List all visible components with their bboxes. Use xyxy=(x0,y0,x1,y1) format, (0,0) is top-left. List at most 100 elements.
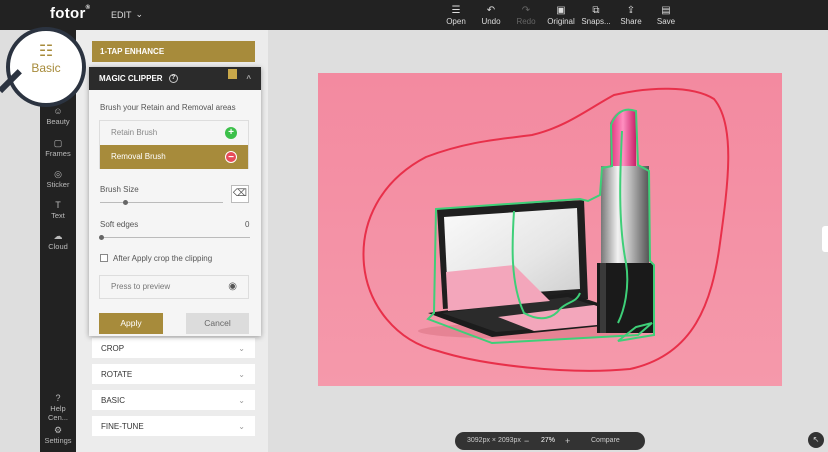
section-basic[interactable]: BASIC ⌄ xyxy=(92,390,255,411)
nav-item-sticker[interactable]: ◎ Sticker xyxy=(40,168,76,189)
retain-brush-label: Retain Brush xyxy=(111,128,158,137)
brush-size-label: Brush Size xyxy=(100,185,139,194)
nav-item-basic[interactable]: ☷ Basic xyxy=(22,43,70,75)
magic-clipper-title: MAGIC CLIPPER xyxy=(99,74,163,83)
cancel-button[interactable]: Cancel xyxy=(186,313,249,334)
section-label: BASIC xyxy=(101,396,126,405)
soft-edges-thumb[interactable] xyxy=(99,235,104,240)
toolbar-label: Open xyxy=(446,17,466,26)
share-icon: ⇪ xyxy=(626,5,636,16)
status-bar: 3092px × 2093px − 27% + Compare xyxy=(455,432,645,450)
undo-icon: ↶ xyxy=(486,5,496,16)
preview-label: Press to preview xyxy=(111,282,171,291)
toolbar-open-button[interactable]: ☰ Open xyxy=(436,4,476,26)
one-tap-enhance-button[interactable]: 1-TAP ENHANCE xyxy=(92,41,255,62)
text-icon: T xyxy=(55,200,61,210)
nav-item-settings[interactable]: ⚙ Settings xyxy=(40,424,76,445)
soft-edges-value: 0 xyxy=(245,220,250,229)
nav-item-label: Settings xyxy=(44,436,72,445)
help-icon: ? xyxy=(55,393,61,403)
sticker-icon: ◎ xyxy=(54,169,62,179)
nav-item-helpcen[interactable]: ? Help Cen... xyxy=(40,392,76,422)
nav-item-label: Sticker xyxy=(46,180,70,189)
brush-size-thumb[interactable] xyxy=(122,200,128,205)
toolbar-undo-button[interactable]: ↶ Undo xyxy=(471,4,511,26)
chevron-down-icon: ⌄ xyxy=(238,396,245,405)
toolbar-save-button[interactable]: ▤ Save xyxy=(646,4,686,26)
retain-brush-option[interactable]: Retain Brush + xyxy=(100,121,248,145)
toolbar-label: Original xyxy=(547,17,575,26)
nav-item-frames[interactable]: ▢ Frames xyxy=(40,137,76,158)
toolbar-original-button[interactable]: ▣ Original xyxy=(541,4,581,26)
section-label: CROP xyxy=(101,344,125,353)
nav-item-beauty[interactable]: ☺ Beauty xyxy=(40,105,76,126)
brush-selector: Retain Brush + Removal Brush − xyxy=(99,120,249,169)
eye-icon: ◉ xyxy=(228,281,237,292)
snapshot-icon: ⧉ xyxy=(592,5,600,16)
nav-item-label: Help Cen... xyxy=(47,404,68,422)
menu-icon: ☰ xyxy=(451,5,461,16)
nav-item-label: Beauty xyxy=(46,117,70,126)
chevron-down-icon: ⌄ xyxy=(238,370,245,379)
zoom-level: 27% xyxy=(541,437,556,444)
toolbar-snaps-button[interactable]: ⧉ Snaps... xyxy=(576,4,616,26)
section-label: FINE-TUNE xyxy=(101,422,144,431)
toolbar-share-button[interactable]: ⇪ Share xyxy=(611,4,651,26)
section-fine-tune[interactable]: FINE-TUNE ⌄ xyxy=(92,416,255,437)
nav-item-text[interactable]: T Text xyxy=(40,199,76,220)
frames-icon: ▢ xyxy=(53,138,63,148)
press-to-preview-button[interactable]: Press to preview ◉ xyxy=(99,275,249,299)
zoom-in-button[interactable]: + xyxy=(565,432,570,450)
edit-menu[interactable]: EDIT ⌄ xyxy=(111,9,143,20)
toolbar-label: Save xyxy=(656,17,676,26)
section-rotate[interactable]: ROTATE ⌄ xyxy=(92,364,255,385)
image-dimensions: 3092px × 2093px xyxy=(467,437,521,444)
help-icon[interactable]: ? xyxy=(168,74,178,84)
sliders-icon: ☷ xyxy=(38,43,54,60)
chevron-down-icon: ⌄ xyxy=(135,9,144,19)
after-apply-checkbox[interactable] xyxy=(100,254,108,262)
chevron-down-icon: ⌄ xyxy=(238,422,245,431)
expand-icon[interactable]: ↖ xyxy=(808,432,824,448)
nav-item-cloud[interactable]: ☁ Cloud xyxy=(40,230,76,251)
soft-edges-label: Soft edges xyxy=(100,220,139,229)
toolbar-label: Snaps... xyxy=(581,17,611,26)
redo-icon: ↷ xyxy=(521,5,531,16)
chevron-down-icon: ⌄ xyxy=(238,344,245,353)
toolbar-label: Redo xyxy=(516,17,536,26)
magnifier-highlight: ☷ Basic xyxy=(6,27,86,107)
minus-icon: − xyxy=(225,151,237,163)
nav-item-label: Frames xyxy=(45,149,71,158)
removal-brush-option[interactable]: Removal Brush − xyxy=(100,145,248,169)
save-icon: ▤ xyxy=(661,5,671,16)
after-apply-label: After Apply crop the clipping xyxy=(113,254,213,263)
nav-item-basic-label: Basic xyxy=(31,61,61,75)
magic-clipper-header[interactable]: MAGIC CLIPPER ? ^ xyxy=(89,67,261,90)
apply-button[interactable]: Apply xyxy=(99,313,163,334)
original-icon: ▣ xyxy=(556,5,566,16)
side-expand-tab[interactable] xyxy=(822,226,828,252)
magic-clipper-panel: MAGIC CLIPPER ? ^ Brush your Retain and … xyxy=(89,67,261,336)
cloud-icon: ☁ xyxy=(53,231,63,241)
clipper-instruction: Brush your Retain and Removal areas xyxy=(100,103,236,112)
nav-item-label: Text xyxy=(51,211,65,220)
fotor-logo[interactable]: fotor® xyxy=(50,5,90,22)
toolbar-label: Share xyxy=(620,17,642,26)
section-label: ROTATE xyxy=(101,370,133,379)
chevron-up-icon[interactable]: ^ xyxy=(246,67,251,90)
section-crop[interactable]: CROP ⌄ xyxy=(92,338,255,359)
edit-menu-label: EDIT xyxy=(111,9,132,20)
photo-canvas[interactable] xyxy=(318,73,782,386)
removal-brush-label: Removal Brush xyxy=(111,152,166,161)
settings-icon: ⚙ xyxy=(53,425,63,435)
nav-item-label: Cloud xyxy=(48,242,68,251)
bookmark-icon xyxy=(228,69,237,79)
eraser-icon[interactable]: ⌫ xyxy=(231,185,249,203)
zoom-out-button[interactable]: − xyxy=(524,432,529,450)
toolbar-label: Undo xyxy=(481,17,501,26)
toolbar-redo-button[interactable]: ↷ Redo xyxy=(506,4,546,26)
compare-button[interactable]: Compare xyxy=(591,432,620,450)
top-bar: fotor® EDIT ⌄ ☰ Open ↶ Undo ↷ Redo ▣ Original ⧉ S… xyxy=(0,0,828,30)
brush-size-slider[interactable] xyxy=(100,200,223,205)
soft-edges-slider[interactable] xyxy=(99,235,250,240)
